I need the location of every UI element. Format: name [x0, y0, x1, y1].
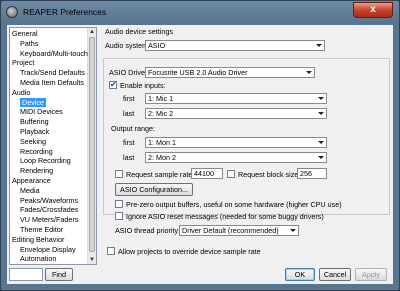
find-button[interactable]: Find: [45, 268, 73, 281]
allow-override-label: Allow projects to override device sample…: [118, 247, 261, 256]
dialog-client-area: ▲ ▼ General Paths Keyboard/Multi-touch Proj…: [7, 25, 393, 284]
tree-item[interactable]: Track/Send Defaults: [20, 68, 85, 77]
enable-inputs-checkbox[interactable]: [109, 80, 117, 90]
tree-item[interactable]: Editing Behavior: [12, 235, 64, 244]
tree-item[interactable]: Keyboard/Multi-touch: [20, 49, 88, 58]
close-button[interactable]: x: [353, 2, 393, 18]
input-first-value: 1: Mic 1: [148, 94, 174, 103]
apply-button[interactable]: Apply: [355, 268, 387, 281]
request-sample-rate-label: Request sample rate:: [126, 170, 195, 179]
thread-priority-select[interactable]: Driver Default (recommended): [179, 225, 299, 236]
chevron-down-icon: [318, 112, 324, 115]
thread-priority-label: ASIO thread priority:: [115, 226, 181, 235]
tree-item[interactable]: Buffering: [20, 117, 49, 126]
tree-item[interactable]: Loop Recording: [20, 156, 71, 165]
sample-rate-input[interactable]: 44100: [191, 168, 223, 179]
asio-driver-select[interactable]: Focusrite USB 2.0 Audio Driver: [145, 67, 315, 78]
prezero-label: Pre-zero output buffers, useful on some …: [126, 200, 342, 209]
audio-device-panel: Audio device settings Audio system: ASIO…: [101, 25, 393, 265]
input-last-value: 2: Mic 2: [148, 109, 174, 118]
request-sample-rate-checkbox[interactable]: [115, 170, 123, 178]
audio-system-label: Audio system:: [105, 41, 151, 50]
input-first-select[interactable]: 1: Mic 1: [145, 93, 327, 104]
prezero-checkbox[interactable]: [115, 200, 123, 208]
tree-item[interactable]: Envelope Display: [20, 245, 76, 254]
title-bar[interactable]: REAPER Preferences x: [1, 1, 399, 23]
tree-item[interactable]: Device: [20, 97, 46, 107]
tree-item[interactable]: Project: [12, 58, 34, 67]
window-title: REAPER Preferences: [23, 7, 107, 17]
input-first-label: first: [123, 94, 135, 103]
tree-item[interactable]: Appearance: [12, 176, 51, 185]
tree-item[interactable]: Paths: [20, 39, 38, 48]
chevron-down-icon: [318, 97, 324, 100]
output-first-select[interactable]: 1: Mon 1: [145, 137, 327, 148]
output-last-select[interactable]: 2: Mon 2: [145, 152, 327, 163]
asio-configuration-button[interactable]: ASIO Configuration...: [115, 183, 193, 196]
ok-button[interactable]: OK: [285, 268, 315, 281]
output-range-label: Output range:: [111, 124, 155, 133]
group-border: [103, 58, 104, 214]
preferences-tree[interactable]: ▲ ▼ General Paths Keyboard/Multi-touch Proj…: [9, 27, 97, 265]
tree-item[interactable]: Theme Editor: [20, 225, 63, 234]
tree-item[interactable]: MIDI Devices: [20, 107, 63, 116]
tree-item[interactable]: Seeking: [20, 137, 46, 146]
thread-priority-value: Driver Default (recommended): [182, 226, 279, 235]
cancel-button[interactable]: Cancel: [319, 268, 351, 281]
ignore-reset-label: Ignore ASIO reset messages (needed for s…: [126, 212, 324, 221]
tree-scrollbar[interactable]: ▲ ▼: [87, 28, 96, 264]
input-last-select[interactable]: 2: Mic 2: [145, 108, 327, 119]
request-block-size-checkbox[interactable]: [227, 170, 235, 178]
chevron-down-icon: [318, 156, 324, 159]
tree-item[interactable]: Playback: [20, 127, 49, 136]
tree-item[interactable]: Rendering: [20, 166, 53, 175]
tree-item[interactable]: Recording: [20, 147, 53, 156]
ignore-reset-checkbox[interactable]: [115, 212, 123, 220]
scroll-thumb[interactable]: [89, 37, 95, 252]
output-first-label: first: [123, 138, 135, 147]
chevron-down-icon: [316, 44, 322, 47]
output-last-label: last: [123, 153, 135, 162]
tree-item[interactable]: Peaks/Waveforms: [20, 196, 78, 205]
audio-system-select[interactable]: ASIO: [145, 40, 325, 51]
request-block-size-label: Request block size:: [238, 170, 301, 179]
chevron-down-icon: [306, 71, 312, 74]
scroll-down-arrow-icon[interactable]: ▼: [88, 256, 96, 264]
tree-item[interactable]: General: [12, 29, 38, 38]
scroll-up-arrow-icon[interactable]: ▲: [88, 28, 96, 36]
section-title: Audio device settings: [105, 27, 173, 36]
tree-item[interactable]: Media: [20, 186, 40, 195]
output-first-value: 1: Mon 1: [148, 138, 176, 147]
enable-inputs-label: Enable inputs:: [120, 81, 166, 90]
tree-item[interactable]: Automation: [20, 254, 56, 263]
tree-item[interactable]: Audio: [12, 88, 30, 97]
asio-driver-label: ASIO Driver:: [109, 68, 150, 77]
chevron-down-icon: [318, 141, 324, 144]
output-last-value: 2: Mon 2: [148, 153, 176, 162]
reaper-app-icon: [6, 6, 18, 18]
tree-item[interactable]: Media Item Defaults: [20, 78, 84, 87]
divider: [103, 58, 389, 59]
group-border: [389, 58, 390, 214]
allow-override-checkbox[interactable]: [107, 247, 115, 255]
preferences-window: REAPER Preferences x ▲ ▼ General Paths Key…: [0, 0, 400, 291]
input-last-label: last: [123, 109, 135, 118]
block-size-input[interactable]: 256: [297, 168, 327, 179]
find-input[interactable]: [9, 268, 43, 281]
chevron-down-icon: [290, 229, 296, 232]
tree-item[interactable]: Fades/Crossfades: [20, 205, 78, 214]
tree-item[interactable]: VU Meters/Faders: [20, 215, 78, 224]
audio-system-value: ASIO: [148, 41, 166, 50]
asio-driver-value: Focusrite USB 2.0 Audio Driver: [148, 68, 248, 77]
